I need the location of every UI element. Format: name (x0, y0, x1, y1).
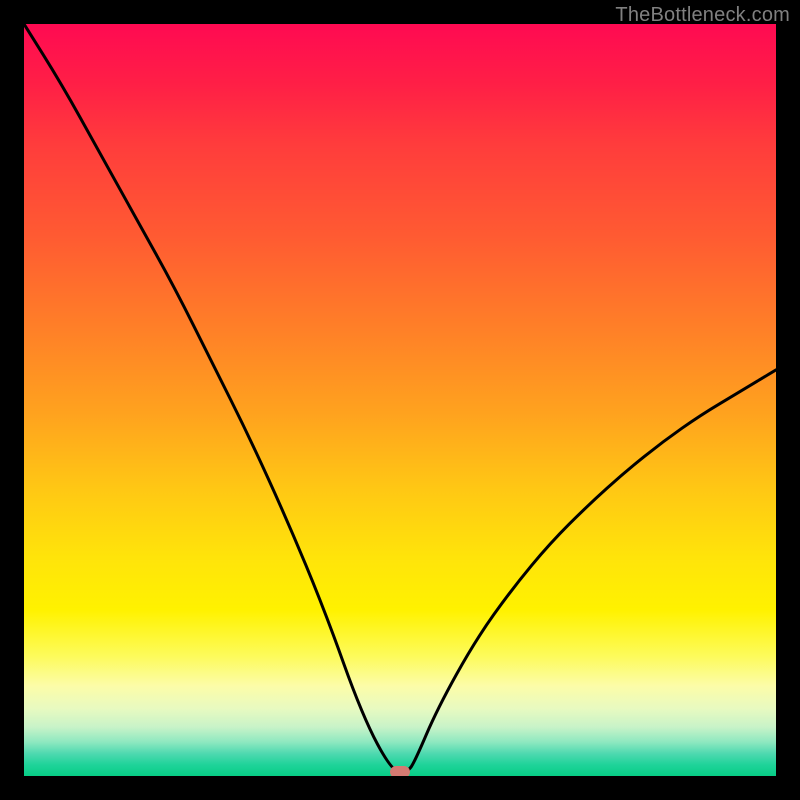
bottleneck-curve (24, 24, 776, 776)
chart-frame: TheBottleneck.com (0, 0, 800, 800)
plot-area (24, 24, 776, 776)
optimum-marker (390, 766, 410, 776)
